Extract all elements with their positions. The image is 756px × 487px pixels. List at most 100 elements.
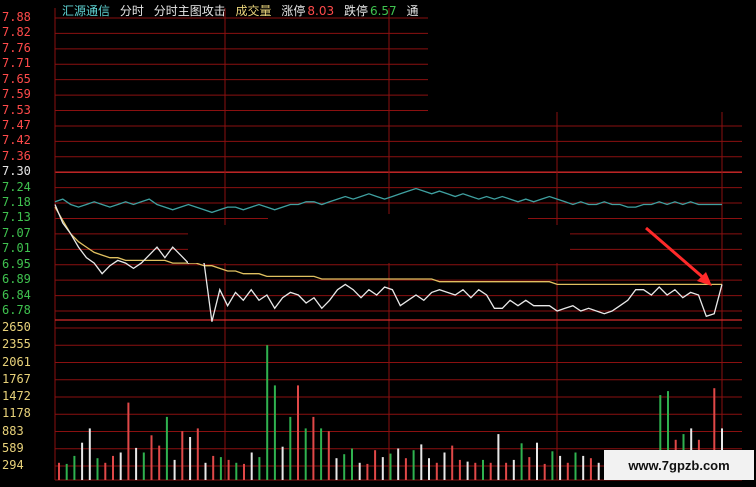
volume-bar [73,455,76,480]
volume-bar [312,416,315,480]
intraday-chart-screen: 7.88 7.82 7.76 7.71 7.65 7.59 7.53 7.47 7.42 7.36… [0,0,756,487]
volume-bar [474,462,477,480]
redacted-overlay-middle [188,225,570,263]
redacted-panel-top-right [428,0,756,112]
volume-bar [566,462,569,480]
volume-bar [374,450,377,480]
site-watermark: www.7gpzb.com [604,450,754,480]
volume-tick-label: 2650 [2,320,31,334]
price-tick-label: 6.89 [2,272,31,287]
volume-bar [597,462,600,480]
volume-bar [528,457,531,480]
chart-header: 汇源通信 分时 分时主图攻击 成交量 涨停 8.03 跌停 6.57 通 [62,2,425,19]
volume-bar [443,452,446,480]
view-label[interactable]: 分时主图攻击 [154,4,226,18]
price-tick-label: 7.59 [2,87,31,102]
annotation-arrow [645,226,707,282]
volume-bar [119,452,122,480]
volume-bar [358,462,361,480]
price-tick-label: 7.76 [2,40,31,55]
volume-bar [505,462,508,480]
stock-name[interactable]: 汇源通信 [62,4,110,18]
volume-bar [451,445,454,480]
price-tick-label: 7.88 [2,10,31,24]
extra-label: 通 [406,4,419,18]
volume-bar [520,443,523,480]
volume-bar [489,462,492,480]
volume-bar [273,385,276,480]
volume-tick-label: 2355 [2,337,31,352]
volume-bar [458,459,461,480]
volume-bar [304,428,307,480]
volume-bar [343,454,346,480]
volume-bar [351,448,353,480]
volume-bar [58,462,60,480]
mode-label[interactable]: 分时 [120,4,144,18]
volume-bar [543,463,546,480]
price-tick-label: 7.07 [2,225,31,240]
volume-bar [397,448,400,480]
redacted-overlay-middle-top [268,214,528,226]
volume-bar [420,444,423,480]
volume-bar [227,459,230,480]
volume-bar [65,463,68,480]
volume-tick-label: 2061 [2,354,31,369]
volume-bar [482,459,484,480]
volume-bar [574,452,577,480]
volume-bar [366,463,369,480]
volume-bar [297,385,299,480]
volume-bar [258,457,261,480]
volume-bar [582,455,585,480]
volume-bar [428,458,430,480]
volume-bar [589,458,592,480]
price-tick-label: 7.01 [2,241,31,256]
price-tick-label: 6.95 [2,256,31,271]
volume-bar [104,462,107,480]
volume-bar [135,447,138,480]
volume-bar [219,457,222,480]
limit-down-value: 6.57 [369,4,397,18]
volume-bar [81,442,84,480]
volume-bar [536,442,538,480]
price-tick-label: 7.65 [2,71,31,86]
volume-tick-label: 883 [2,423,24,438]
price-tick-label: 7.24 [2,179,31,194]
volume-bar [196,428,199,480]
price-tick-label: 7.42 [2,133,31,148]
volume-bar [289,416,292,480]
volume-bar [165,416,168,480]
volume-bar [320,428,323,480]
limit-up-value: 8.03 [307,4,335,18]
volume-bar [250,452,253,480]
volume-bar [497,434,500,480]
volume-bar [212,455,215,480]
volume-bar [327,431,330,480]
volume-bar [389,453,392,480]
volume-bar [173,459,176,480]
volume-bar [96,458,99,480]
volume-bar [435,462,438,480]
volume-bar [204,462,207,480]
volume-bar [181,431,184,480]
volume-bar [381,457,384,480]
volume-tick-label: 1767 [2,371,31,386]
volume-bar [88,428,91,480]
volume-bar [235,462,238,480]
volume-bar [281,446,284,480]
price-tick-label: 7.30 [2,164,31,179]
volume-bar [559,455,562,480]
volume-bar [551,451,554,480]
volume-tick-label: 589 [2,440,24,455]
limit-up-label: 涨停 [281,4,306,18]
price-tick-label: 7.13 [2,210,31,225]
price-tick-label: 7.53 [2,102,31,117]
price-tick-label: 6.84 [2,287,31,302]
price-tick-label: 7.71 [2,56,31,71]
price-tick-label: 6.78 [2,303,31,317]
volume-tick-label: 294 [2,458,24,472]
volume-bar [466,461,469,480]
volume-tick-label: 1472 [2,389,31,403]
volume-bar [404,458,407,480]
volume-label: 成交量 [235,4,272,18]
volume-bar [142,452,145,480]
